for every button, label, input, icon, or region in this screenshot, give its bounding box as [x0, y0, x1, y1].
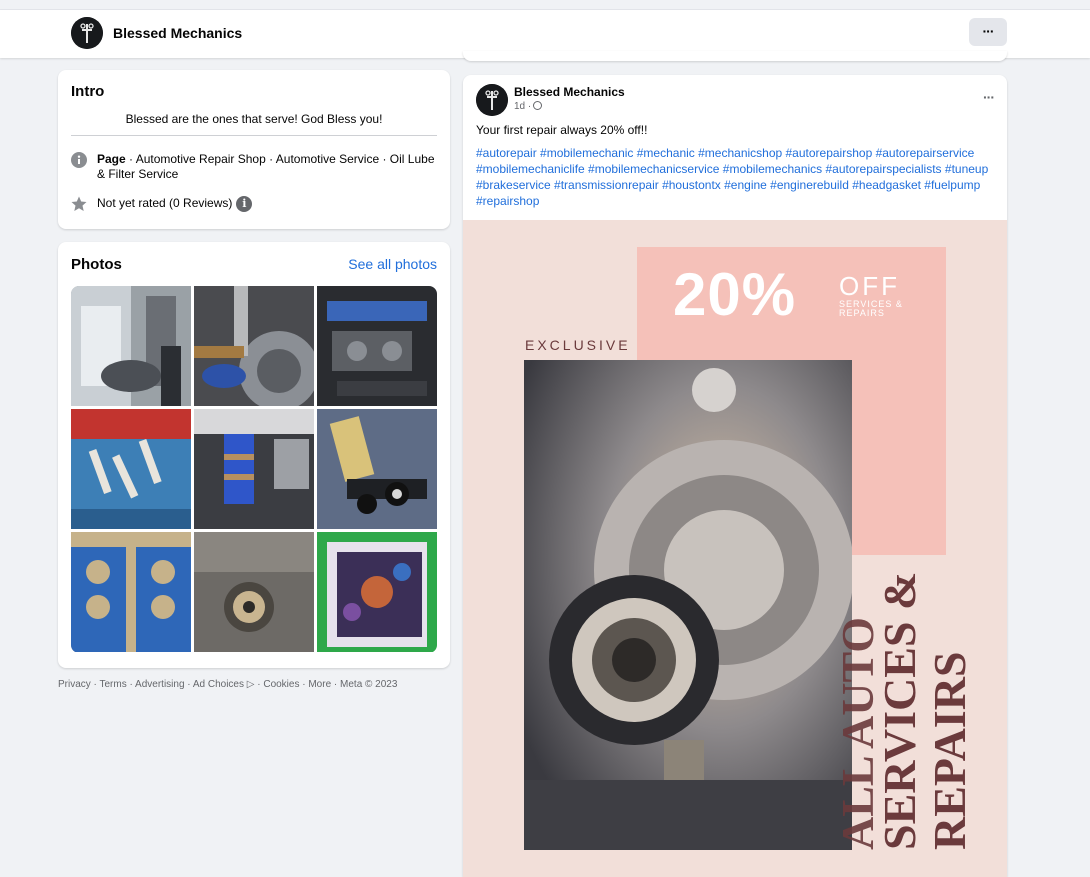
photos-card: Photos See all photos — [58, 242, 450, 668]
intro-card: Intro Blessed are the ones that serve! G… — [58, 70, 450, 229]
more-options-button[interactable]: ··· — [969, 18, 1007, 46]
promo-off: OFF — [839, 271, 900, 301]
photo-coilover-spring[interactable] — [194, 409, 314, 529]
info-icon — [71, 152, 87, 168]
photos-title: Photos — [71, 256, 122, 273]
intro-bio: Blessed are the ones that serve! God Ble… — [125, 112, 383, 126]
star-icon — [71, 196, 87, 211]
page-category-text: Page · Automotive Repair Shop · Automoti… — [97, 152, 437, 182]
post-card: Blessed Mechanics 1d · ··· Your first re… — [463, 75, 1007, 877]
wrench-cross-icon — [71, 17, 103, 49]
page-label: Page — [97, 152, 126, 166]
promo-off-sub: SERVICES & REPAIRS — [839, 299, 903, 318]
previous-post-edge — [463, 51, 1007, 61]
post-author-name[interactable]: Blessed Mechanics — [514, 85, 625, 99]
photo-brake-assembly[interactable] — [194, 286, 314, 406]
divider — [71, 135, 437, 136]
page-name[interactable]: Blessed Mechanics — [113, 25, 242, 41]
post-text: Your first repair always 20% off!! — [476, 123, 648, 137]
post-timestamp[interactable]: 1d · — [514, 101, 543, 112]
photo-spark-plugs[interactable] — [71, 409, 191, 529]
photo-suspension-strut[interactable] — [71, 286, 191, 406]
photo-engine-bay[interactable] — [317, 286, 437, 406]
wrench-cross-icon — [476, 84, 508, 116]
promo-percent: 20% — [673, 261, 797, 328]
promo-exclusive: EXCLUSIVE — [525, 337, 631, 353]
post-author-avatar[interactable] — [476, 84, 508, 116]
promo-line2: SERVICES & — [874, 571, 925, 850]
photo-head-gaskets[interactable] — [71, 532, 191, 652]
promo-line3: REPAIRS — [924, 651, 975, 850]
browser-top-strip — [0, 0, 1090, 10]
intro-title: Intro — [71, 83, 105, 100]
globe-icon — [533, 101, 543, 110]
photo-control-arm[interactable] — [317, 409, 437, 529]
post-menu-button[interactable]: ··· — [983, 89, 995, 105]
post-time: 1d · — [514, 101, 532, 112]
photo-engine-mount[interactable] — [194, 532, 314, 652]
see-all-photos-link[interactable]: See all photos — [348, 256, 437, 272]
photo-grid — [71, 286, 437, 653]
post-image[interactable]: 20% OFF SERVICES & REPAIRS EXCLUSIVE ALL… — [463, 220, 1007, 877]
rating-label: Not yet rated (0 Reviews) — [97, 196, 233, 211]
page-categories: · Automotive Repair Shop · Automotive Se… — [97, 152, 435, 181]
post-hashtags[interactable]: #autorepair #mobilemechanic #mechanic #m… — [476, 145, 996, 209]
rating-text: Not yet rated (0 Reviews) i — [97, 196, 437, 212]
page-avatar[interactable] — [71, 17, 103, 49]
rating-info-icon[interactable]: i — [236, 196, 253, 212]
alternator-photo — [524, 360, 852, 850]
footer-links[interactable]: Privacy · Terms · Advertising · Ad Choic… — [58, 679, 397, 690]
photo-timing-cover[interactable] — [317, 532, 437, 652]
